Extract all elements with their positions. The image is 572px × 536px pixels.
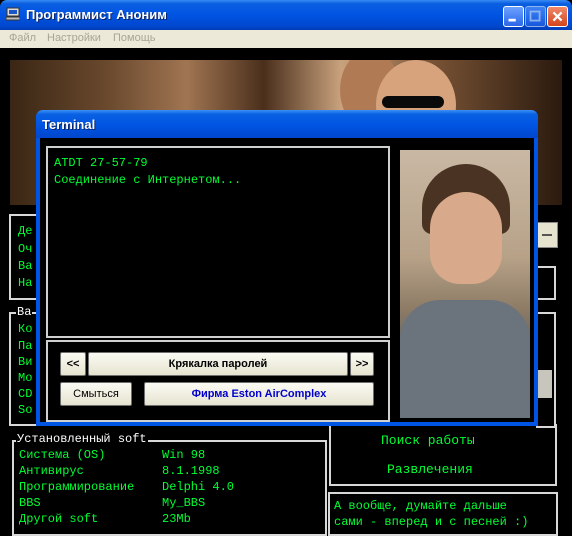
status-line-2: Оч: [18, 242, 33, 256]
prev-program-button[interactable]: <<: [60, 352, 86, 376]
partial-button[interactable]: [536, 222, 558, 248]
hardware-line-3: Ви: [18, 355, 33, 369]
minimize-icon: [508, 18, 516, 22]
terminal-line-2: Соединение с Интернетом...: [54, 173, 242, 187]
soft-os-label: Система (OS): [19, 448, 106, 462]
next-program-button[interactable]: >>: [350, 352, 374, 376]
photo-shirt: [400, 300, 530, 418]
hint-line-2: сами - вперед и с песней :): [334, 515, 529, 529]
hardware-legend: Ва: [16, 305, 33, 319]
soft-programming-label: Программирование: [19, 480, 135, 494]
status-line-4: На: [18, 276, 33, 290]
terminal-title-bar[interactable]: Terminal: [36, 110, 538, 138]
terminal-body: ATDT 27-57-79 Соединение с Интернетом...…: [40, 138, 534, 422]
maximize-icon: [529, 10, 541, 22]
soft-other-value: 23Mb: [162, 512, 191, 526]
terminal-title: Terminal: [42, 117, 96, 132]
hardware-line-2: Па: [18, 339, 33, 353]
terminal-controls: << Крякалка паролей >> Смыться Фирма Est…: [46, 340, 390, 422]
window-title: Программист Аноним: [26, 7, 167, 22]
soft-antivirus-value: 8.1.1998: [162, 464, 220, 478]
banner-sunglasses: [382, 96, 444, 108]
scrollbar-thumb[interactable]: [538, 370, 552, 398]
hardware-line-6: So: [18, 403, 33, 417]
terminal-window: Terminal ATDT 27-57-79 Соединение с Инте…: [36, 110, 538, 426]
right-panel-top: [536, 266, 556, 300]
company-button[interactable]: Фирма Eston AirComplex: [144, 382, 374, 406]
soft-other-label: Другой soft: [19, 512, 99, 526]
main-window: Программист Аноним Файл Настройки Помощь…: [0, 0, 572, 536]
entertainment-link[interactable]: Развлечения: [387, 462, 473, 477]
terminal-line-1: ATDT 27-57-79: [54, 156, 148, 170]
status-line-3: Ва: [18, 259, 33, 273]
title-bar[interactable]: Программист Аноним: [0, 0, 572, 30]
soft-bbs-label: BBS: [19, 496, 41, 510]
soft-antivirus-label: Антивирус: [19, 464, 84, 478]
soft-programming-value: Delphi 4.0: [162, 480, 235, 494]
hardware-line-1: Ко: [18, 322, 33, 336]
program-name-button[interactable]: Крякалка паролей: [88, 352, 348, 376]
maximize-button[interactable]: [525, 6, 546, 27]
close-icon: [552, 11, 563, 22]
hardware-line-5: CD: [18, 387, 33, 401]
hint-line-1: А вообще, думайте дальше: [334, 499, 507, 513]
terminal-screen: ATDT 27-57-79 Соединение с Интернетом...: [46, 146, 390, 338]
job-search-link[interactable]: Поиск работы: [381, 433, 475, 448]
character-photo: [400, 150, 530, 418]
close-button[interactable]: [547, 6, 568, 27]
escape-button[interactable]: Смыться: [60, 382, 132, 406]
menu-file[interactable]: Файл: [9, 32, 36, 44]
menu-settings[interactable]: Настройки: [47, 32, 101, 44]
status-line-1: Де: [18, 224, 33, 238]
soft-bbs-value: My_BBS: [162, 496, 206, 510]
photo-face: [430, 192, 502, 284]
soft-os-value: Win 98: [162, 448, 206, 462]
installed-soft-legend: Установленный soft: [16, 432, 148, 446]
minimize-button[interactable]: [503, 6, 524, 27]
menu-bar: Файл Настройки Помощь: [0, 30, 572, 48]
computer-icon: [6, 7, 20, 21]
menu-help[interactable]: Помощь: [113, 32, 156, 44]
hardware-line-4: Мо: [18, 371, 33, 385]
